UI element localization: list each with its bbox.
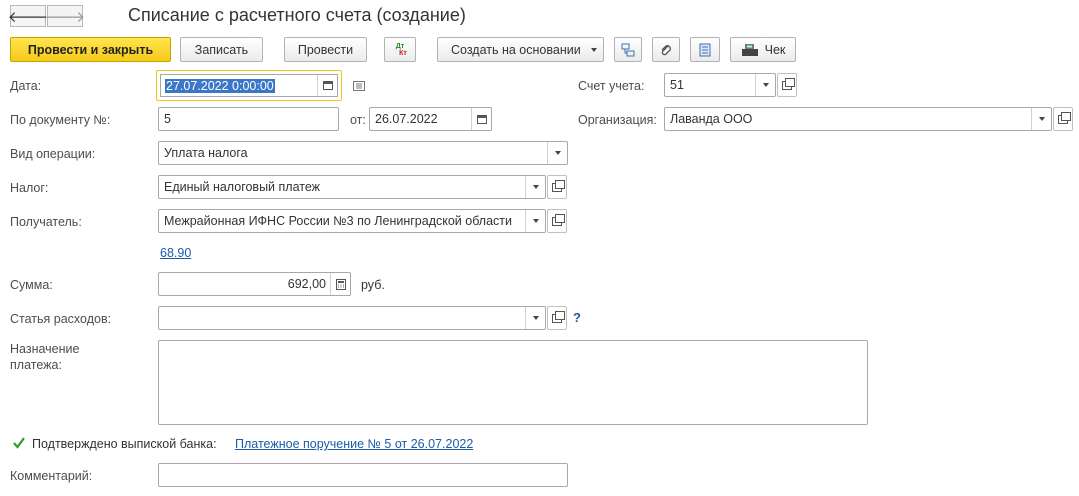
organization-label: Организация: xyxy=(578,113,657,127)
tax-field[interactable]: Единый налоговый платеж xyxy=(158,175,546,199)
doc-number-label: По документу №: xyxy=(10,113,111,127)
expense-item-label: Статья расходов: xyxy=(10,312,112,326)
recipient-label: Получатель: xyxy=(10,215,82,229)
structure-button[interactable] xyxy=(614,37,642,62)
post-button[interactable]: Провести xyxy=(284,37,367,62)
open-icon xyxy=(782,77,795,90)
organization-open-button[interactable] xyxy=(1053,107,1073,131)
back-button[interactable]: 🡐 xyxy=(7,5,49,27)
operation-type-input[interactable]: Уплата налога xyxy=(159,146,547,160)
open-icon xyxy=(1058,111,1071,124)
expense-item-open-button[interactable] xyxy=(547,306,567,330)
report-button[interactable] xyxy=(690,37,720,62)
chevron-down-icon xyxy=(1038,117,1045,121)
calendar-button[interactable] xyxy=(471,108,491,130)
list-icon xyxy=(353,81,365,91)
account-input[interactable]: 51 xyxy=(665,78,755,92)
calendar-icon xyxy=(476,114,487,124)
payment-order-link[interactable]: Платежное поручение № 5 от 26.07.2022 xyxy=(235,437,473,451)
calculator-icon xyxy=(335,278,346,290)
date-label: Дата: xyxy=(10,79,42,93)
expense-item-dropdown[interactable] xyxy=(525,307,545,329)
create-based-on-button[interactable]: Создать на основании xyxy=(437,37,604,62)
arrow-right-icon: 🡒 xyxy=(44,8,86,26)
doc-date-input[interactable]: 26.07.2022 xyxy=(370,112,471,126)
purpose-label-line2: платежа: xyxy=(10,358,62,372)
chevron-down-icon xyxy=(591,47,597,52)
doc-date-label: от: xyxy=(350,113,366,127)
purpose-textarea[interactable] xyxy=(158,340,868,425)
bank-confirmed-label: Подтверждено выпиской банка: xyxy=(32,437,217,451)
chevron-down-icon xyxy=(532,219,539,223)
amount-label: Сумма: xyxy=(10,278,53,292)
comment-field[interactable] xyxy=(158,463,568,487)
recipient-field[interactable]: Межрайонная ИФНС России №3 по Ленинградс… xyxy=(158,209,546,233)
doc-number-field[interactable]: 5 xyxy=(158,107,339,131)
post-and-close-button[interactable]: Провести и закрыть xyxy=(10,37,171,62)
check-button[interactable]: Чек xyxy=(730,37,796,62)
bank-confirmed-checkbox[interactable] xyxy=(12,436,26,450)
account-open-button[interactable] xyxy=(777,73,797,97)
tax-open-button[interactable] xyxy=(547,175,567,199)
structure-icon xyxy=(621,43,635,56)
date-field[interactable]: 27.07.2022 0:00:00 xyxy=(156,70,342,101)
purpose-label-line1: Назначение xyxy=(10,342,80,356)
calculator-button[interactable] xyxy=(330,273,350,295)
tax-dropdown[interactable] xyxy=(525,176,545,198)
organization-dropdown[interactable] xyxy=(1031,108,1051,130)
open-icon xyxy=(552,179,565,192)
chevron-down-icon xyxy=(762,83,769,87)
organization-input[interactable]: Лаванда ООО xyxy=(665,112,1031,126)
tax-input[interactable]: Единый налоговый платеж xyxy=(159,180,525,194)
open-icon xyxy=(552,213,565,226)
cash-register-icon xyxy=(741,43,758,56)
date-input[interactable]: 27.07.2022 0:00:00 xyxy=(165,78,275,93)
attach-button[interactable] xyxy=(652,37,680,62)
document-icon xyxy=(699,43,711,56)
tax-label: Налог: xyxy=(10,181,49,195)
organization-field[interactable]: Лаванда ООО xyxy=(664,107,1052,131)
open-icon xyxy=(552,310,565,323)
operation-type-dropdown[interactable] xyxy=(547,142,567,164)
forward-button[interactable]: 🡒 xyxy=(44,5,86,27)
calendar-icon xyxy=(322,81,333,90)
account-68-90-link[interactable]: 68.90 xyxy=(160,246,191,260)
expense-item-field[interactable] xyxy=(158,306,546,330)
operation-type-field[interactable]: Уплата налога xyxy=(158,141,568,165)
chevron-down-icon xyxy=(532,185,539,189)
checkmark-icon xyxy=(13,437,25,449)
currency-label: руб. xyxy=(361,278,385,292)
dt-kt-icon: Дт xyxy=(395,42,405,50)
dt-kt-button[interactable]: Дт Кт xyxy=(384,37,416,62)
account-label: Счет учета: xyxy=(578,79,645,93)
doc-date-field[interactable]: 26.07.2022 xyxy=(369,107,492,131)
page-title: Списание с расчетного счета (создание) xyxy=(128,5,466,25)
recipient-dropdown[interactable] xyxy=(525,210,545,232)
arrow-left-icon: 🡐 xyxy=(7,8,49,26)
chevron-down-icon xyxy=(532,316,539,320)
amount-field[interactable]: 692,00 xyxy=(158,272,351,296)
chevron-down-icon xyxy=(554,151,561,155)
account-dropdown[interactable] xyxy=(755,74,775,96)
account-field[interactable]: 51 xyxy=(664,73,776,97)
date-history-button[interactable] xyxy=(353,80,365,94)
operation-type-label: Вид операции: xyxy=(10,147,96,161)
help-icon[interactable]: ? xyxy=(573,310,581,325)
comment-label: Комментарий: xyxy=(10,469,93,483)
paperclip-icon xyxy=(661,44,671,55)
amount-input[interactable]: 692,00 xyxy=(159,277,330,291)
save-button[interactable]: Записать xyxy=(180,37,263,62)
doc-number-input[interactable]: 5 xyxy=(159,112,338,126)
recipient-input[interactable]: Межрайонная ИФНС России №3 по Ленинградс… xyxy=(159,214,525,228)
recipient-open-button[interactable] xyxy=(547,209,567,233)
calendar-button[interactable] xyxy=(317,75,337,96)
